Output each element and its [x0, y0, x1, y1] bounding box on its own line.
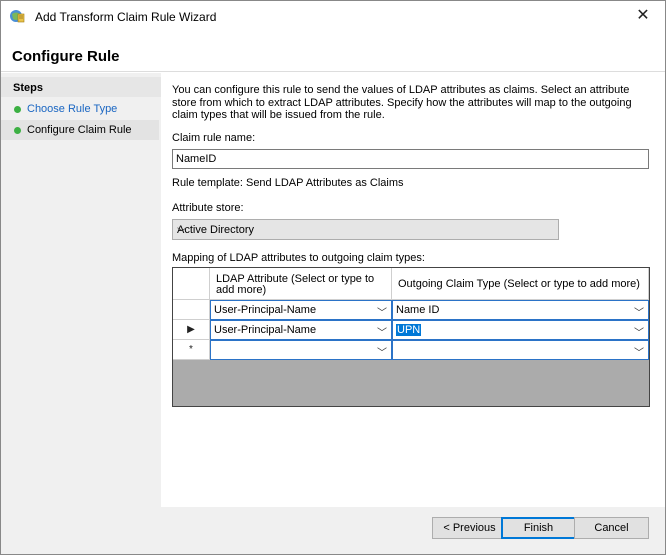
column-header-label: Outgoing Claim Type (Select or type to a… [398, 278, 640, 290]
ldap-attribute-cell[interactable]: ﹀ [210, 340, 392, 360]
title-bar: Add Transform Claim Rule Wizard ✕ [1, 1, 665, 31]
wizard-header: Configure Rule [1, 31, 665, 72]
window-title: Add Transform Claim Rule Wizard [35, 10, 217, 24]
row-header[interactable] [173, 300, 210, 320]
steps-heading: Steps [1, 77, 161, 97]
steps-panel: Steps Choose Rule Type Configure Claim R… [1, 73, 161, 554]
attribute-store-label: Attribute store: [172, 202, 244, 214]
close-button[interactable]: ✕ [621, 1, 665, 31]
attribute-store-dropdown[interactable]: Active Directory ﹀ [172, 219, 559, 240]
step-choose-rule-type[interactable]: Choose Rule Type [1, 99, 159, 119]
wizard-footer: < Previous Finish Cancel [161, 507, 665, 554]
step-configure-claim-rule: Configure Claim Rule [1, 120, 159, 140]
step-label: Configure Claim Rule [27, 124, 132, 136]
column-header-outgoing-claim-type[interactable]: Outgoing Claim Type (Select or type to a… [392, 268, 649, 300]
grid-corner-header [173, 268, 210, 300]
step-current-dot-icon [14, 127, 21, 134]
claim-type-cell[interactable]: UPN ﹀ [392, 320, 649, 340]
chevron-down-icon[interactable]: ﹀ [377, 324, 387, 339]
ldap-attribute-value: User-Principal-Name [214, 324, 317, 336]
chevron-down-icon: ﹀ [177, 228, 187, 239]
step-complete-dot-icon [14, 106, 21, 113]
ldap-attribute-value: User-Principal-Name [214, 304, 317, 316]
mapping-grid: LDAP Attribute (Select or type to add mo… [172, 267, 650, 407]
steps-heading-label: Steps [13, 82, 43, 94]
main-content: You can configure this rule to send the … [161, 73, 665, 507]
claim-rule-name-label: Claim rule name: [172, 132, 256, 144]
claim-type-value: Name ID [396, 304, 440, 316]
chevron-down-icon[interactable]: ﹀ [377, 344, 387, 359]
description-text: You can configure this rule to send the … [172, 84, 632, 121]
chevron-down-icon[interactable]: ﹀ [634, 304, 644, 319]
wizard-window: Add Transform Claim Rule Wizard ✕ Config… [0, 0, 666, 555]
cancel-button[interactable]: Cancel [574, 517, 649, 539]
column-header-label: LDAP Attribute (Select or type to add mo… [216, 273, 375, 296]
mapping-label: Mapping of LDAP attributes to outgoing c… [172, 252, 425, 264]
finish-button[interactable]: Finish [501, 517, 576, 539]
chevron-down-icon[interactable]: ﹀ [377, 304, 387, 319]
claim-type-cell[interactable]: Name ID ﹀ [392, 300, 649, 320]
rule-template-text: Rule template: Send LDAP Attributes as C… [172, 177, 404, 189]
ldap-attribute-cell[interactable]: User-Principal-Name ﹀ [210, 320, 392, 340]
claim-rule-name-value: NameID [176, 153, 217, 165]
ldap-attribute-cell[interactable]: User-Principal-Name ﹀ [210, 300, 392, 320]
row-header-current-arrow-icon[interactable]: ▶ [173, 320, 210, 340]
step-label: Choose Rule Type [27, 103, 118, 115]
chevron-down-icon[interactable]: ﹀ [634, 344, 644, 359]
chevron-down-icon[interactable]: ﹀ [634, 324, 644, 339]
adfs-app-icon [10, 10, 25, 23]
column-header-ldap-attribute[interactable]: LDAP Attribute (Select or type to add mo… [210, 268, 392, 300]
claim-type-value-selected[interactable]: UPN [396, 324, 422, 336]
close-icon: ✕ [636, 7, 650, 24]
previous-button[interactable]: < Previous [432, 517, 507, 539]
page-title: Configure Rule [12, 48, 120, 65]
claim-type-cell[interactable]: ﹀ [392, 340, 649, 360]
row-header-new-row[interactable]: * [173, 340, 210, 360]
claim-rule-name-input[interactable]: NameID [172, 149, 649, 169]
